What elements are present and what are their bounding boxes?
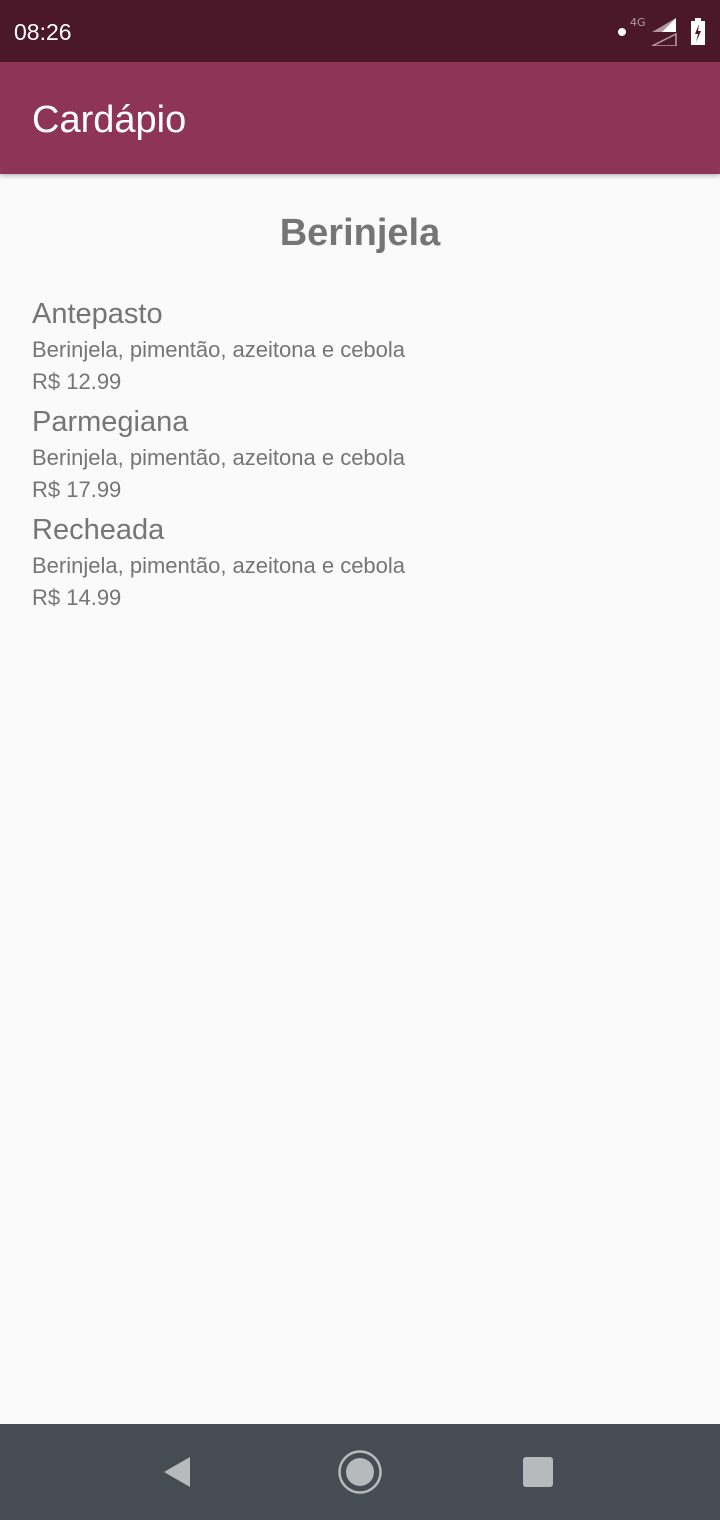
system-nav-bar <box>0 1424 720 1520</box>
network-type-label: 4G <box>630 16 646 29</box>
menu-item-name: Antepasto <box>32 298 163 330</box>
recents-button[interactable] <box>514 1448 562 1496</box>
battery-icon <box>691 18 705 45</box>
menu-item-name: Parmegiana <box>32 406 189 438</box>
status-time: 08:26 <box>14 19 72 45</box>
menu-item-description: Berinjela, pimentão, azeitona e cebola <box>32 553 406 578</box>
menu-item[interactable]: Parmegiana Berinjela, pimentão, azeitona… <box>32 404 688 512</box>
recents-icon <box>523 1457 553 1487</box>
home-icon <box>338 1450 382 1494</box>
status-bar: 08:26 4G <box>0 0 720 62</box>
section-title: Berinjela <box>279 212 441 254</box>
notification-dot-icon <box>618 28 626 36</box>
menu-item-price: R$ 12.99 <box>32 369 122 394</box>
menu-content: Berinjela Antepasto Berinjela, pimentão,… <box>0 174 720 1424</box>
menu-item-description: Berinjela, pimentão, azeitona e cebola <box>32 337 406 362</box>
menu-item[interactable]: Antepasto Berinjela, pimentão, azeitona … <box>32 296 688 404</box>
back-icon <box>164 1457 190 1487</box>
app-title: Cardápio <box>32 99 187 141</box>
app-bar: Cardápio <box>0 62 720 174</box>
menu-item-name: Recheada <box>32 514 165 546</box>
menu-list: Antepasto Berinjela, pimentão, azeitona … <box>32 296 688 620</box>
signal-icon <box>651 18 677 46</box>
menu-item[interactable]: Recheada Berinjela, pimentão, azeitona e… <box>32 512 688 620</box>
back-button[interactable] <box>154 1448 202 1496</box>
menu-item-price: R$ 14.99 <box>32 585 122 610</box>
menu-item-price: R$ 17.99 <box>32 477 122 502</box>
menu-item-description: Berinjela, pimentão, azeitona e cebola <box>32 445 406 470</box>
home-button[interactable] <box>336 1448 384 1496</box>
